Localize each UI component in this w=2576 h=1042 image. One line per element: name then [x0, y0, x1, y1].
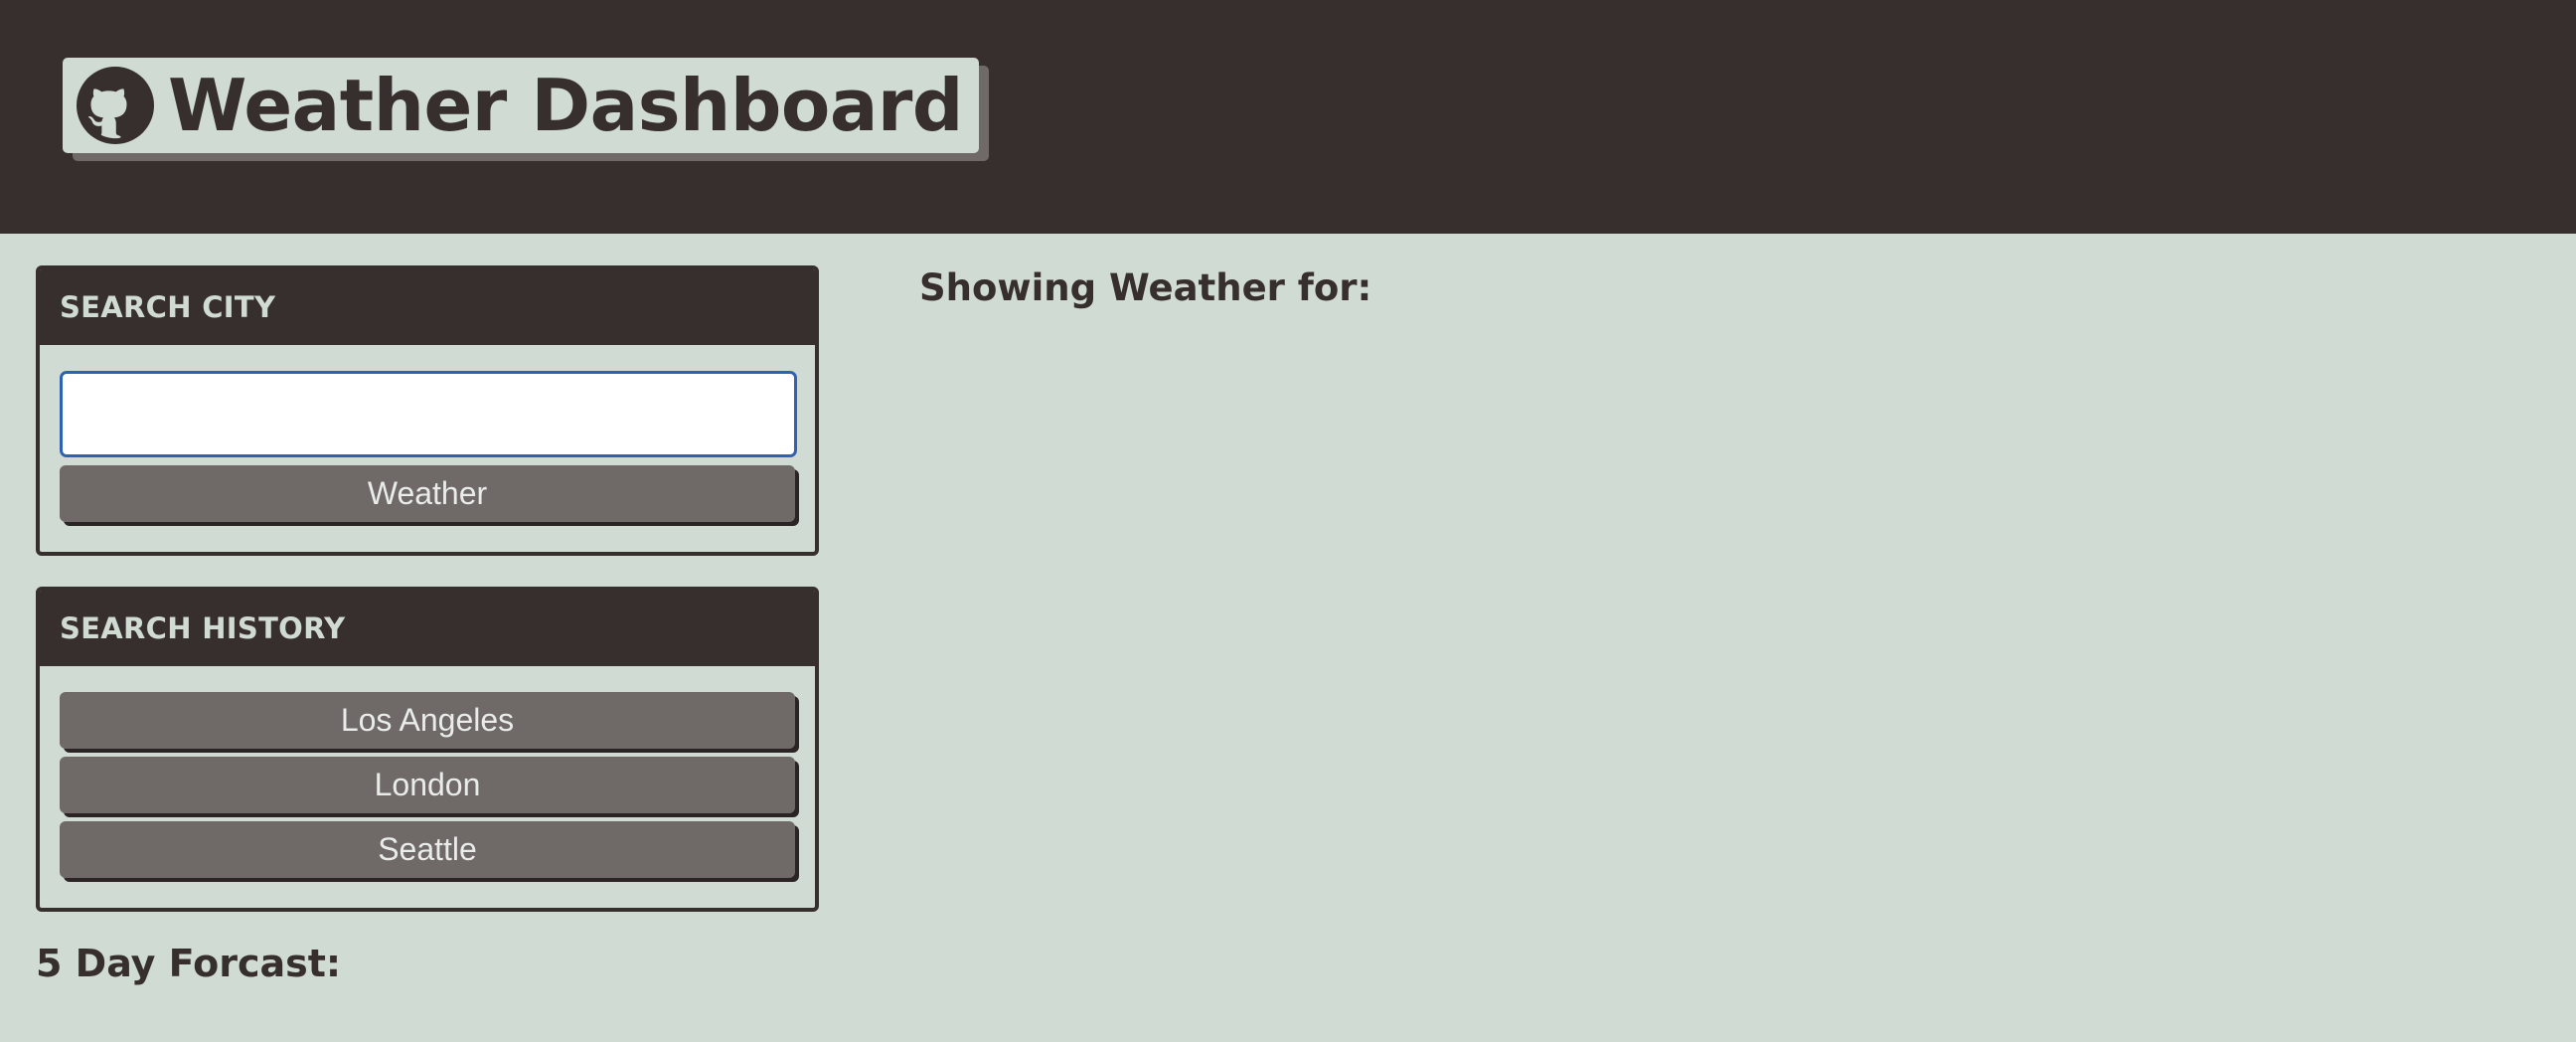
search-history-header: SEARCH HISTORY	[40, 591, 815, 666]
github-icon	[77, 67, 154, 144]
brand-link[interactable]: Weather Dashboard	[63, 58, 979, 153]
current-weather-heading: Showing Weather for:	[919, 266, 1372, 309]
page-header: Weather Dashboard	[0, 0, 2576, 234]
search-history-card: SEARCH HISTORY Los Angeles London Seattl…	[36, 587, 819, 912]
city-search-input[interactable]	[60, 371, 797, 457]
page-title: Weather Dashboard	[168, 64, 963, 147]
search-history-list: Los Angeles London Seattle	[40, 666, 815, 878]
search-city-header: SEARCH CITY	[40, 269, 815, 345]
history-item-london[interactable]: London	[60, 757, 795, 813]
search-city-card: SEARCH CITY Weather	[36, 265, 819, 556]
forecast-heading: 5 Day Forcast:	[36, 942, 342, 985]
history-item-los-angeles[interactable]: Los Angeles	[60, 692, 795, 749]
weather-button[interactable]: Weather	[60, 465, 795, 522]
history-item-seattle[interactable]: Seattle	[60, 821, 795, 878]
